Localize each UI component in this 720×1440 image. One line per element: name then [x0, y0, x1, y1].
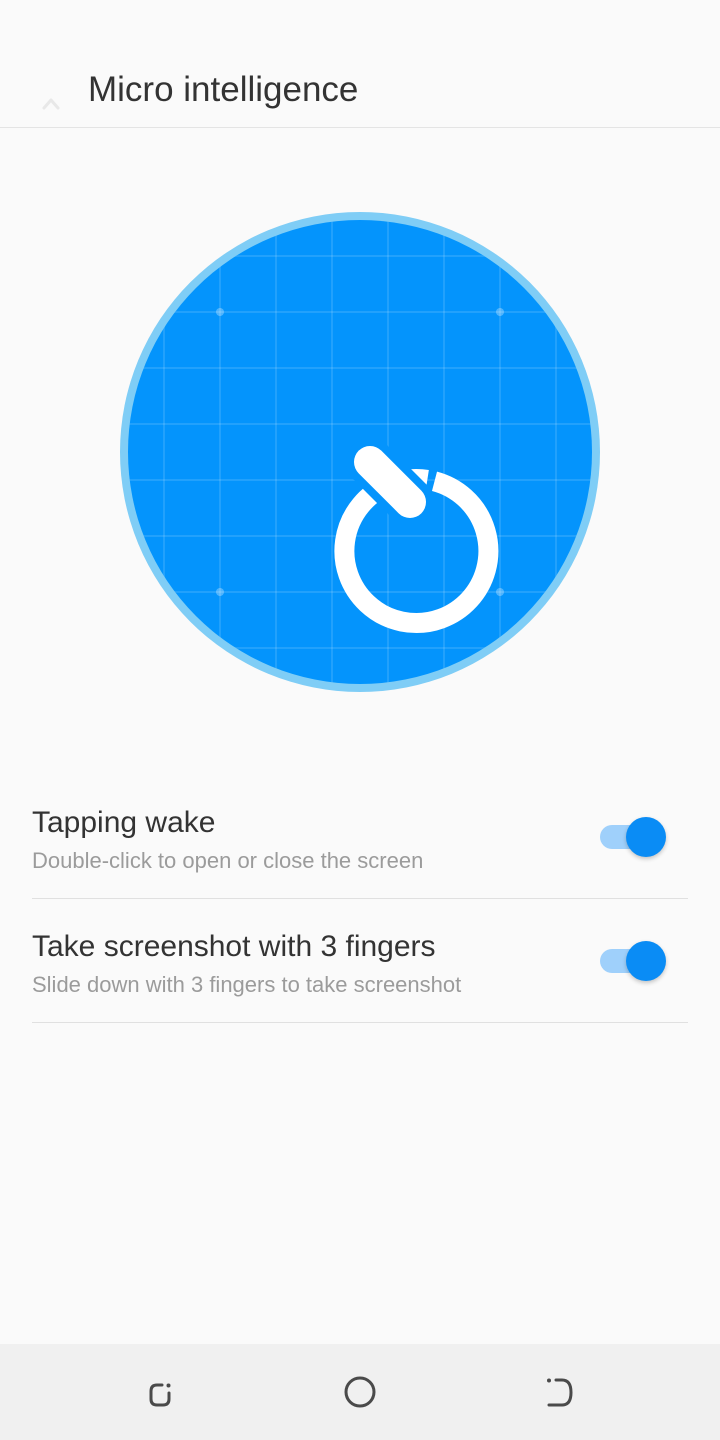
- nav-back-button[interactable]: [540, 1372, 580, 1412]
- back-arrow-icon: [42, 98, 60, 110]
- toggle-knob: [626, 941, 666, 981]
- setting-title: Take screenshot with 3 fingers: [32, 930, 436, 963]
- toggle-knob: [626, 817, 666, 857]
- hero-illustration: [116, 208, 604, 696]
- app-bar: Micro intelligence: [0, 0, 720, 128]
- recents-icon: [149, 1383, 171, 1407]
- screen: Micro intelligence Tapping wake Double-c…: [0, 0, 720, 1440]
- three-finger-screenshot-toggle[interactable]: [600, 941, 668, 981]
- page-title: Micro intelligence: [88, 70, 359, 109]
- back-icon: [547, 1378, 573, 1407]
- navigation-bar: [0, 1344, 720, 1440]
- setting-row-tapping-wake[interactable]: Tapping wake Double-click to open or clo…: [32, 775, 688, 899]
- setting-subtitle: Slide down with 3 fingers to take screen…: [32, 972, 462, 997]
- back-button[interactable]: [36, 82, 66, 112]
- home-button[interactable]: [340, 1372, 380, 1412]
- recents-button[interactable]: [140, 1372, 180, 1412]
- setting-subtitle: Double-click to open or close the screen: [32, 848, 424, 873]
- setting-title: Tapping wake: [32, 806, 216, 839]
- home-circle-icon: [344, 1376, 376, 1408]
- settings-list: Tapping wake Double-click to open or clo…: [32, 775, 688, 1023]
- tapping-wake-toggle[interactable]: [600, 817, 668, 857]
- setting-row-three-finger-screenshot[interactable]: Take screenshot with 3 fingers Slide dow…: [32, 899, 688, 1023]
- quick-search-q-icon: [120, 212, 600, 692]
